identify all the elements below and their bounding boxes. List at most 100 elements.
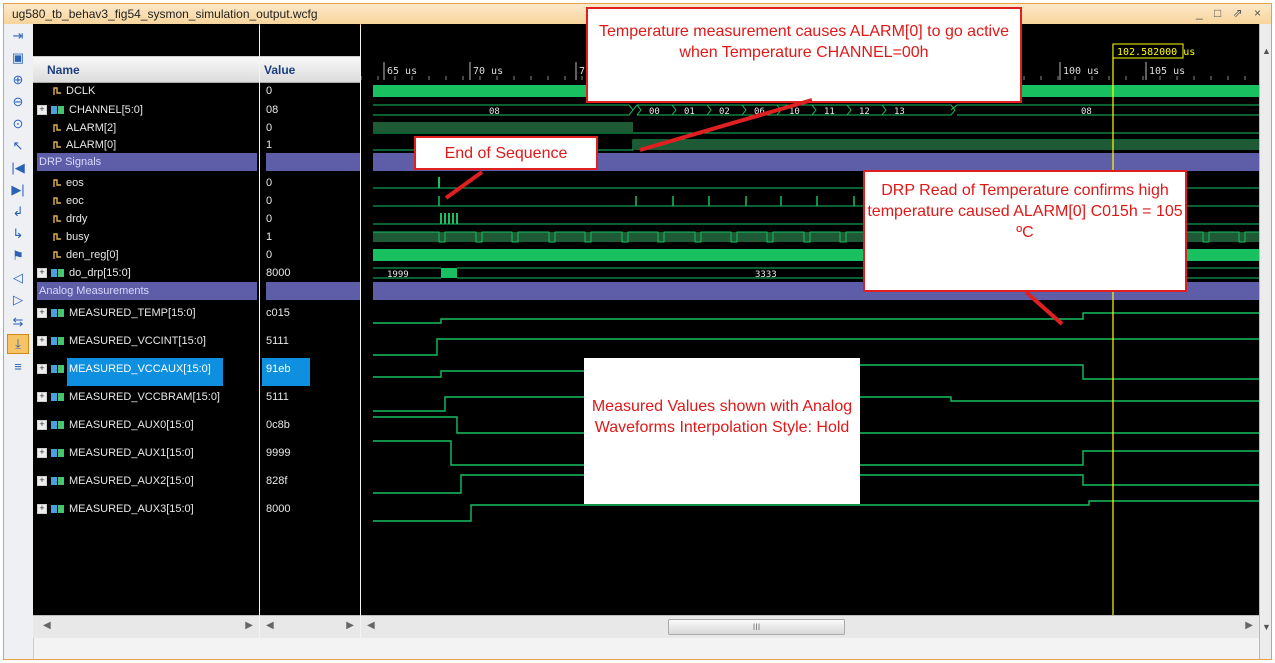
signal-name-row[interactable]: drdy (33, 210, 259, 228)
signal-name: den_reg[0] (66, 249, 119, 261)
signal-name-row[interactable]: + MEASURED_AUX3[15:0] (33, 500, 259, 518)
waveform-vscroll[interactable]: ▲ ▼ (1259, 24, 1271, 659)
ruler-label: 7 (579, 66, 585, 77)
signal-value-row[interactable]: c015 (260, 304, 360, 322)
signal-name-row[interactable]: + MEASURED_VCCBRAM[15:0] (33, 388, 259, 406)
signal-name-row[interactable]: DCLK (33, 82, 259, 100)
waveform-canvas[interactable]: 65 us 70 us 7 100 us 105 us 08 00 01 02 06 10 11 12… (361, 24, 1259, 638)
signal-name: MEASURED_VCCBRAM[15:0] (69, 391, 220, 403)
bit-signal-icon (53, 232, 62, 242)
signal-value-row[interactable]: 0 (260, 210, 360, 228)
signal-name-row[interactable]: + MEASURED_TEMP[15:0] (33, 304, 259, 322)
snap-transition-icon[interactable]: ⤓ (7, 334, 29, 354)
zoom-fit-icon[interactable]: ⇥ (7, 26, 29, 46)
signal-name-row[interactable]: eoc (33, 192, 259, 210)
scroll-right-icon[interactable]: ▶ (1245, 620, 1253, 631)
expand-icon[interactable]: + (37, 308, 47, 319)
signal-value: 5111 (266, 391, 289, 403)
expand-icon[interactable]: + (37, 364, 47, 375)
channel-bus-value: 10 (789, 107, 800, 117)
signal-value-row[interactable]: 9999 (260, 444, 360, 462)
signal-value-row[interactable]: 0 (260, 119, 360, 137)
signal-value-row[interactable]: 0 (260, 192, 360, 210)
signal-value-row[interactable]: 0 (260, 82, 360, 100)
prev-marker-icon[interactable]: ◁ (7, 268, 29, 288)
signal-name-row[interactable]: + do_drp[15:0] (33, 264, 259, 282)
go-last-icon[interactable]: ▶| (7, 180, 29, 200)
cursor-time-label: 102.582000 us (1117, 47, 1195, 58)
signal-value-row[interactable] (266, 153, 360, 171)
signal-name-row[interactable]: eos (33, 174, 259, 192)
next-transition-icon[interactable]: ↳ (7, 224, 29, 244)
expand-icon[interactable]: + (37, 504, 47, 515)
signal-name-row[interactable]: + MEASURED_AUX1[15:0] (33, 444, 259, 462)
bus-signal-icon (51, 448, 65, 458)
signal-group-row[interactable]: Analog Measurements (37, 282, 257, 300)
signal-name-row[interactable]: + MEASURED_VCCAUX[15:0] (33, 358, 259, 386)
signal-name-row[interactable]: ALARM[2] (33, 119, 259, 137)
divider-icon[interactable]: ≡ (7, 356, 29, 376)
scroll-down-icon[interactable]: ▼ (1262, 622, 1271, 632)
bus-signal-icon (51, 392, 65, 402)
add-marker-icon[interactable]: ⚑ (7, 246, 29, 266)
waveform-hscroll[interactable]: ◀ III ▶ (361, 615, 1259, 638)
signal-value-row[interactable] (266, 282, 360, 300)
signal-value-row[interactable]: 0c8b (260, 416, 360, 434)
scroll-right-icon[interactable]: ▶ (245, 620, 253, 631)
signal-group-row[interactable]: DRP Signals (37, 153, 257, 171)
expand-icon[interactable]: + (37, 476, 47, 487)
value-column-header[interactable]: Value (260, 56, 360, 83)
signal-value-row[interactable]: 0 (260, 174, 360, 192)
window-controls[interactable]: _ □ ⇗ × (1196, 6, 1265, 20)
signal-name: busy (66, 231, 90, 243)
ruler-label: 65 us (387, 66, 417, 77)
expand-icon[interactable]: + (37, 105, 47, 116)
value-panel-hscroll[interactable]: ◀ ▶ (260, 615, 360, 638)
channel-bus-value: 12 (859, 107, 870, 117)
signal-name: MEASURED_AUX1[15:0] (69, 447, 194, 459)
expand-icon[interactable]: + (37, 268, 47, 279)
swap-cursors-icon[interactable]: ⇆ (7, 312, 29, 332)
signal-name-row[interactable]: + MEASURED_AUX2[15:0] (33, 472, 259, 490)
prev-transition-icon[interactable]: ↲ (7, 202, 29, 222)
name-panel-hscroll[interactable]: ◀ ▶ (33, 615, 259, 638)
signal-name-row[interactable]: + MEASURED_VCCINT[15:0] (33, 332, 259, 350)
expand-icon[interactable]: + (37, 420, 47, 431)
go-first-icon[interactable]: |◀ (7, 158, 29, 178)
signal-name-row[interactable]: busy (33, 228, 259, 246)
cursor-icon[interactable]: ↖ (7, 136, 29, 156)
scroll-thumb[interactable]: III (668, 619, 845, 635)
signal-value-row[interactable]: 5111 (260, 388, 360, 406)
bit-signal-icon (53, 250, 62, 260)
zoom-in-icon[interactable]: ⊕ (7, 70, 29, 90)
channel-bus-value: 06 (754, 107, 765, 117)
signal-name-row[interactable]: + CHANNEL[5:0] (33, 101, 259, 119)
signal-name-row[interactable]: den_reg[0] (33, 246, 259, 264)
scroll-left-icon[interactable]: ◀ (43, 620, 51, 631)
scroll-left-icon[interactable]: ◀ (367, 620, 375, 631)
expand-icon[interactable]: + (37, 336, 47, 347)
scroll-left-icon[interactable]: ◀ (266, 620, 274, 631)
signal-value-row[interactable]: 8000 (260, 264, 360, 282)
signal-value-row[interactable]: 1 (260, 228, 360, 246)
expand-icon[interactable]: + (37, 392, 47, 403)
zoom-out-icon[interactable]: ⊖ (7, 92, 29, 112)
next-marker-icon[interactable]: ▷ (7, 290, 29, 310)
signal-value-row[interactable]: 5111 (260, 332, 360, 350)
save-icon[interactable]: ▣ (7, 48, 29, 68)
signal-name-row[interactable]: ALARM[0] (33, 136, 259, 154)
signal-value-row[interactable]: 0 (260, 246, 360, 264)
signal-name-row[interactable]: + MEASURED_AUX0[15:0] (33, 416, 259, 434)
signal-value-row[interactable]: 8000 (260, 500, 360, 518)
signal-value-row[interactable]: 1 (260, 136, 360, 154)
waveform-panel[interactable]: 65 us 70 us 7 100 us 105 us 08 00 01 02 06 10 11 12… (361, 24, 1259, 638)
zoom-full-icon[interactable]: ⊙ (7, 114, 29, 134)
signal-value-row[interactable]: 08 (260, 101, 360, 119)
name-column-header[interactable]: Name (33, 56, 259, 83)
scroll-up-icon[interactable]: ▲ (1262, 46, 1271, 56)
scroll-right-icon[interactable]: ▶ (346, 620, 354, 631)
signal-value-row[interactable]: 91eb (260, 358, 360, 386)
signal-value-row[interactable]: 828f (260, 472, 360, 490)
signal-name: eos (66, 177, 84, 189)
expand-icon[interactable]: + (37, 448, 47, 459)
